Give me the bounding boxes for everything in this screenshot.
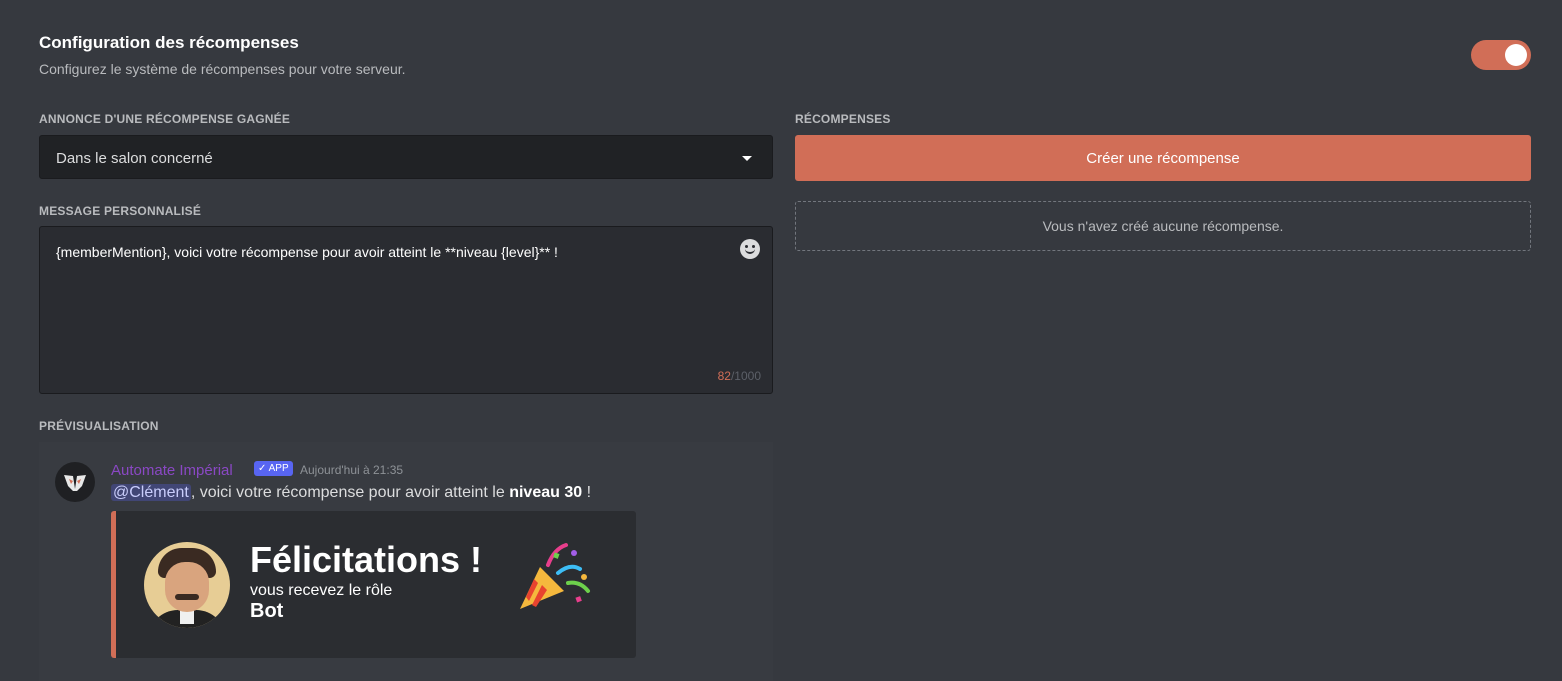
message-level: niveau 30	[509, 484, 583, 501]
page-title: Configuration des récompenses	[39, 33, 299, 52]
page-subtitle: Configurez le système de récompenses pou…	[39, 61, 406, 77]
char-counter: 82/1000	[718, 369, 761, 383]
message-text-after: !	[582, 484, 592, 501]
announcement-select[interactable]: Dans le salon concerné	[39, 135, 773, 179]
message-preview: Automate Impérial ✓ APP Aujourd'hui à 21…	[39, 442, 773, 681]
message-textarea[interactable]: {memberMention}, voici votre récompense …	[39, 226, 773, 394]
rewards-toggle[interactable]	[1471, 40, 1531, 70]
char-count: 82	[717, 369, 731, 383]
avatar-collar	[180, 610, 194, 624]
message-content: @Clément, voici votre récompense pour av…	[111, 484, 591, 502]
card-role: Bot	[250, 600, 284, 622]
reward-card-image[interactable]: Félicitations ! vous recevez le rôle Bot	[111, 511, 636, 658]
avatar	[144, 542, 230, 628]
create-reward-button[interactable]: Créer une récompense	[795, 135, 1531, 181]
rewards-label: RÉCOMPENSES	[795, 112, 891, 126]
smiley-icon[interactable]	[740, 239, 760, 259]
smiley-mouth	[745, 249, 755, 254]
avatar-face	[165, 562, 209, 612]
avatar-mustache	[175, 594, 199, 600]
user-mention[interactable]: @Clément	[111, 484, 191, 501]
card-title: Félicitations !	[250, 539, 483, 580]
bot-logo-icon[interactable]	[55, 462, 95, 502]
rewards-empty-text: Vous n'avez créé aucune récompense.	[1042, 218, 1284, 234]
message-text-before: , voici votre récompense pour avoir atte…	[190, 484, 510, 501]
message-timestamp: Aujourd'hui à 21:35	[300, 463, 404, 477]
smiley-eye	[745, 245, 748, 248]
toggle-knob	[1505, 44, 1527, 66]
smiley-eye	[752, 245, 755, 248]
message-label: MESSAGE PERSONNALISÉ	[39, 204, 202, 218]
app-badge: ✓ APP	[254, 461, 293, 476]
message-text: {memberMention}, voici votre récompense …	[56, 244, 558, 260]
char-max: /1000	[730, 369, 761, 383]
preview-label: PRÉVISUALISATION	[39, 419, 159, 433]
announcement-select-value: Dans le salon concerné	[56, 150, 213, 167]
rewards-empty-state: Vous n'avez créé aucune récompense.	[795, 201, 1531, 251]
message-author[interactable]: Automate Impérial	[111, 462, 233, 479]
party-popper-icon	[520, 543, 590, 609]
chevron-down-icon	[742, 156, 752, 161]
announcement-label: ANNONCE D'UNE RÉCOMPENSE GAGNÉE	[39, 112, 291, 126]
card-subtitle: vous recevez le rôle	[250, 582, 393, 599]
